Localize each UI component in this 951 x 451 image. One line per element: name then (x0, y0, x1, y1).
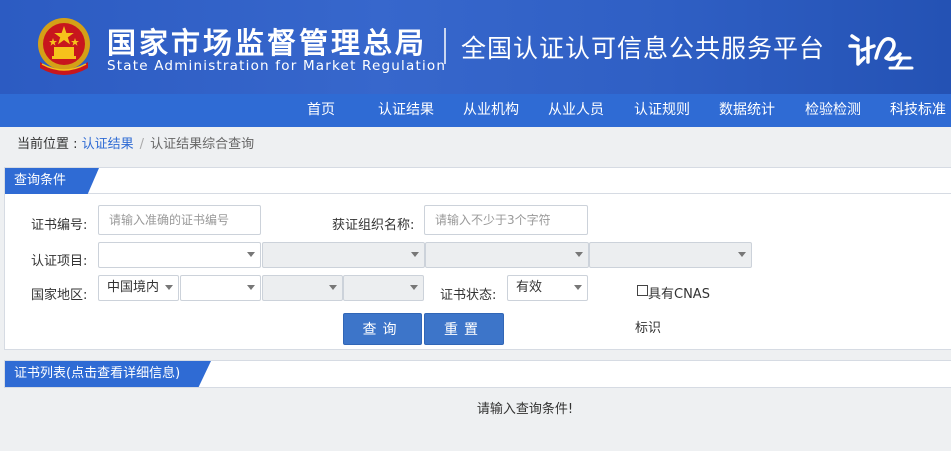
header-divider (444, 28, 446, 64)
query-panel-title: 查询条件 (5, 168, 99, 194)
chevron-down-icon (247, 252, 255, 257)
cert-status-select[interactable]: 有效 (507, 275, 588, 301)
query-panel: 查询条件 证书编号: 请输入准确的证书编号 获证组织名称: 请输入不少于3个字符… (4, 167, 951, 350)
region-value: 中国境内 (107, 280, 160, 295)
nav-item-tech-standards[interactable]: 科技标准 (890, 94, 946, 127)
chevron-down-icon (411, 252, 419, 257)
city-select[interactable] (262, 275, 343, 301)
query-panel-header: 查询条件 (5, 168, 951, 194)
search-button[interactable]: 查询 (343, 313, 422, 345)
breadcrumb-prefix: 当前位置 : (17, 137, 82, 152)
cert-status-label: 证书状态: (440, 288, 497, 303)
chevron-down-icon (410, 285, 418, 290)
agency-title-cn: 国家市场监督管理总局 (107, 26, 428, 60)
cert-no-label: 证书编号: (31, 218, 88, 233)
cert-project-label: 认证项目: (31, 254, 88, 269)
chevron-down-icon (738, 252, 746, 257)
breadcrumb-current: 认证结果综合查询 (150, 137, 255, 152)
breadcrumb: 当前位置 : 认证结果 / 认证结果综合查询 (0, 127, 951, 162)
breadcrumb-separator: / (139, 137, 145, 152)
cert-list-panel: 证书列表(点击查看详细信息) (4, 360, 951, 388)
chevron-down-icon (165, 285, 173, 290)
nav-item-home[interactable]: 首页 (307, 94, 335, 127)
cert-no-input[interactable]: 请输入准确的证书编号 (98, 205, 261, 235)
chevron-down-icon (247, 285, 255, 290)
region-select[interactable]: 中国境内 (98, 275, 179, 301)
province-select[interactable] (180, 275, 261, 301)
nav-item-cert-results[interactable]: 认证结果 (378, 94, 434, 127)
breadcrumb-link-cert-results[interactable]: 认证结果 (82, 137, 134, 152)
cnas-checkbox[interactable] (637, 285, 648, 296)
chevron-down-icon (574, 285, 582, 290)
cert-project-select-1[interactable] (98, 242, 261, 268)
empty-message: 请输入查询条件! (476, 402, 574, 417)
nav-item-cert-rules[interactable]: 认证规则 (634, 94, 690, 127)
platform-title: 全国认证认可信息公共服务平台 (461, 34, 826, 63)
national-emblem-icon (38, 18, 90, 75)
chevron-down-icon (329, 285, 337, 290)
main-nav: 首页 认证结果 从业机构 从业人员 认证规则 数据统计 检验检测 科技标准 (0, 94, 951, 127)
cert-project-select-2[interactable] (262, 242, 425, 268)
cert-project-select-3[interactable] (425, 242, 589, 268)
nav-item-inspection[interactable]: 检验检测 (805, 94, 861, 127)
reset-button[interactable]: 重置 (424, 313, 504, 345)
certification-cloud-logo-icon (848, 34, 914, 70)
cert-status-value: 有效 (516, 280, 543, 295)
nav-item-statistics[interactable]: 数据统计 (719, 94, 775, 127)
header-banner: 国家市场监督管理总局 State Administration for Mark… (0, 0, 951, 94)
nav-item-practitioners[interactable]: 从业人员 (548, 94, 604, 127)
nav-item-institutions[interactable]: 从业机构 (463, 94, 519, 127)
cnas-label-line2: 标识 (635, 321, 662, 336)
district-select[interactable] (343, 275, 424, 301)
cnas-label: 具有CNAS (648, 287, 710, 302)
chevron-down-icon (575, 252, 583, 257)
cert-project-select-4[interactable] (589, 242, 752, 268)
cert-list-title: 证书列表(点击查看详细信息) (5, 361, 211, 387)
agency-title-en: State Administration for Market Regulati… (107, 58, 447, 74)
org-name-input[interactable]: 请输入不少于3个字符 (424, 205, 588, 235)
region-label: 国家地区: (31, 288, 88, 303)
org-name-label: 获证组织名称: (332, 218, 415, 233)
